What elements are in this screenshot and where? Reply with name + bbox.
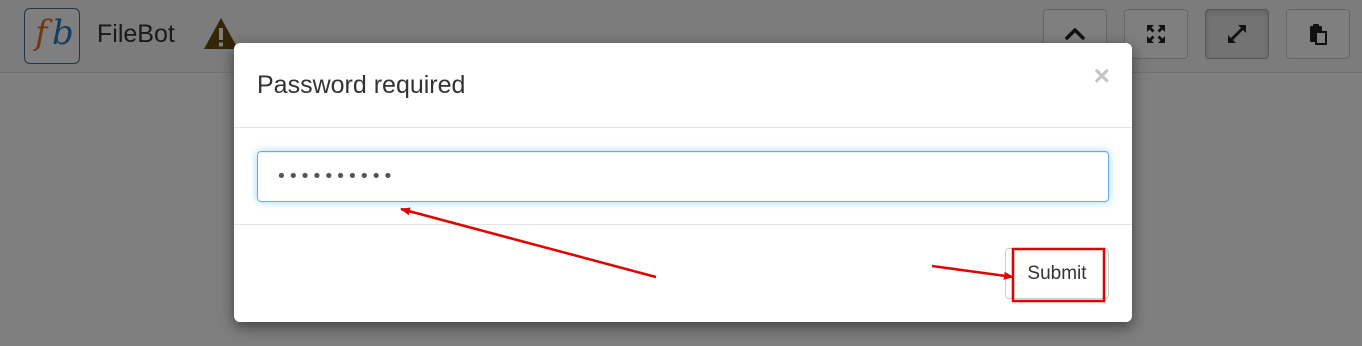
submit-button[interactable]: Submit bbox=[1005, 248, 1109, 299]
modal-footer: Submit bbox=[234, 225, 1132, 322]
password-dialog: Password required × Submit bbox=[234, 43, 1132, 322]
close-icon[interactable]: × bbox=[1094, 61, 1110, 91]
password-input[interactable] bbox=[257, 151, 1109, 202]
modal-title: Password required bbox=[257, 71, 466, 99]
modal-body bbox=[234, 128, 1132, 225]
modal-header: Password required × bbox=[234, 43, 1132, 128]
